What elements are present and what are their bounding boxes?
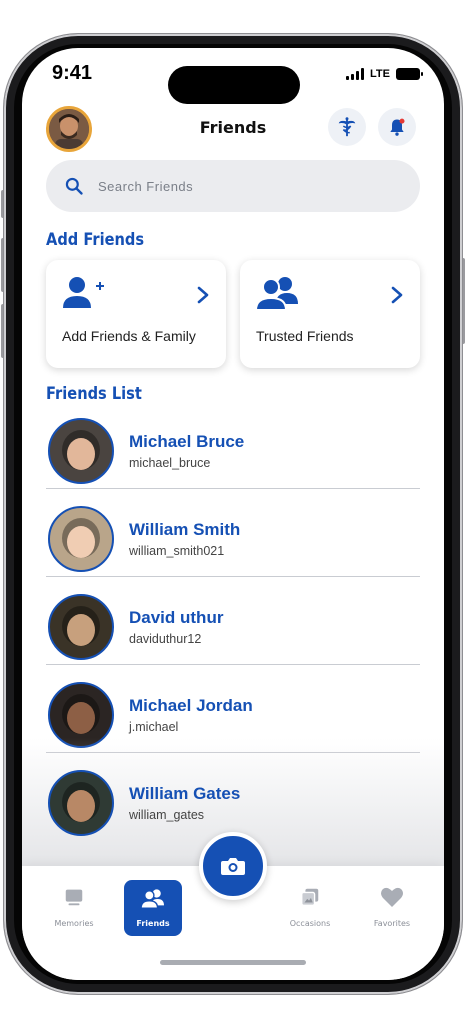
signal-icon bbox=[346, 68, 365, 80]
friend-avatar bbox=[48, 418, 114, 484]
tab-favorites[interactable]: Favorites bbox=[362, 886, 422, 928]
divider bbox=[46, 576, 420, 577]
occasions-icon bbox=[301, 888, 319, 906]
status-time: 9:41 bbox=[52, 62, 93, 84]
heart-icon bbox=[381, 887, 403, 907]
chevron-right-icon bbox=[197, 286, 209, 304]
friend-name: David uthur bbox=[129, 608, 224, 627]
friend-name: William Smith bbox=[129, 520, 241, 539]
friends-icon bbox=[140, 889, 164, 909]
friend-handle: william_gates bbox=[129, 808, 205, 822]
tab-label: Memories bbox=[54, 919, 94, 928]
notifications-button[interactable] bbox=[378, 108, 416, 146]
friend-row[interactable]: Michael Bruce michael_bruce bbox=[46, 418, 420, 506]
add-friends-heading: Add Friends bbox=[46, 230, 145, 250]
bell-icon bbox=[390, 118, 405, 136]
search-input[interactable]: Search Friends bbox=[46, 160, 420, 212]
search-icon bbox=[65, 177, 83, 195]
friend-handle: william_smith021 bbox=[129, 544, 225, 558]
caduceus-icon bbox=[338, 117, 356, 137]
friend-name: Michael Jordan bbox=[129, 696, 253, 715]
network-label: LTE bbox=[370, 68, 390, 80]
chevron-right-icon bbox=[391, 286, 403, 304]
battery-icon bbox=[396, 68, 423, 80]
trusted-friends-card[interactable]: Trusted Friends bbox=[240, 260, 420, 368]
tab-label: Friends bbox=[136, 919, 170, 928]
add-friends-family-card[interactable]: Add Friends & Family bbox=[46, 260, 226, 368]
friend-handle: daviduthur12 bbox=[129, 632, 202, 646]
friend-handle: michael_bruce bbox=[129, 456, 211, 470]
app-screen: 9:41 LTE Friends Search Friends Add Frie… bbox=[22, 48, 444, 980]
friend-row[interactable]: David uthur daviduthur12 bbox=[46, 594, 420, 682]
add-person-icon bbox=[63, 277, 104, 308]
tab-friends[interactable]: Friends bbox=[124, 880, 182, 936]
medical-button[interactable] bbox=[328, 108, 366, 146]
card-label: Add Friends & Family bbox=[62, 328, 196, 344]
friend-row[interactable]: William Smith william_smith021 bbox=[46, 506, 420, 594]
home-indicator bbox=[160, 960, 306, 965]
tab-occasions[interactable]: Occasions bbox=[280, 886, 340, 928]
friend-avatar bbox=[48, 506, 114, 572]
tab-memories[interactable]: Memories bbox=[44, 886, 104, 928]
tab-label: Favorites bbox=[373, 919, 411, 928]
dynamic-island bbox=[168, 66, 300, 104]
group-icon bbox=[254, 277, 298, 311]
search-placeholder: Search Friends bbox=[98, 178, 194, 194]
friend-name: William Gates bbox=[129, 784, 241, 803]
camera-button[interactable] bbox=[199, 832, 267, 900]
status-indicators: LTE bbox=[346, 68, 423, 80]
friends-list-heading: Friends List bbox=[46, 384, 142, 404]
friend-name: Michael Bruce bbox=[129, 432, 245, 451]
tab-label: Occasions bbox=[289, 919, 331, 928]
friend-avatar bbox=[48, 770, 114, 836]
friend-avatar bbox=[48, 594, 114, 660]
divider bbox=[46, 488, 420, 489]
divider bbox=[46, 664, 420, 665]
card-label: Trusted Friends bbox=[256, 328, 354, 344]
memories-icon bbox=[65, 889, 83, 906]
camera-icon bbox=[221, 858, 245, 875]
friend-handle: j.michael bbox=[129, 720, 179, 734]
